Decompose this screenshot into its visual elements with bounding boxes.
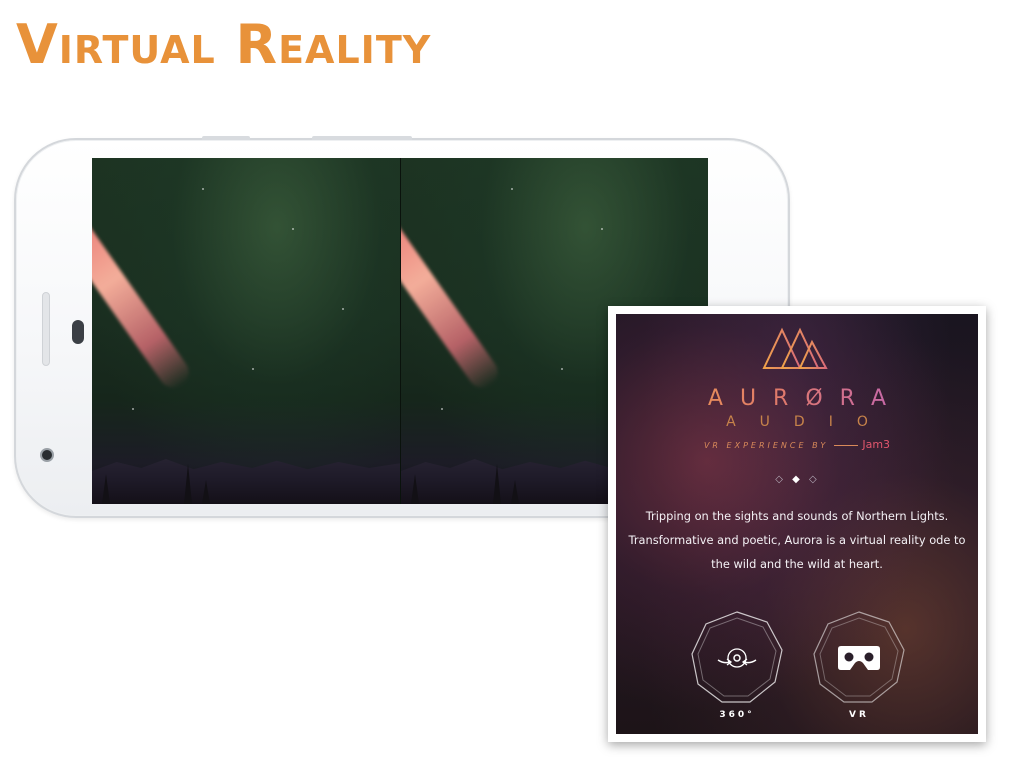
aurora-streak [92, 204, 195, 394]
tree [511, 480, 519, 504]
aurora-logo-icon [762, 327, 828, 369]
star [601, 228, 603, 230]
pager-indicator: ◇ ◆ ◇ [616, 474, 978, 485]
vr-mode-label: VR [849, 710, 869, 720]
star [252, 368, 254, 370]
phone-speaker [42, 292, 50, 366]
mountain-silhouette [92, 459, 400, 504]
tree [184, 464, 192, 504]
star [441, 408, 443, 410]
vr-mode-button[interactable] [812, 610, 906, 704]
pager-dot-active[interactable]: ◆ [792, 474, 802, 485]
star [132, 408, 134, 410]
aurora-app-screenshot: AURØRA AUDIO VR EXPERIENCE BY Jam3 ◇ ◆ ◇ … [608, 306, 986, 742]
credit-prefix: VR EXPERIENCE BY [703, 441, 829, 450]
rotate-360-icon [717, 648, 757, 668]
brand-subtitle: AUDIO [726, 414, 892, 430]
phone-camera-icon [40, 448, 54, 462]
slide-title: Virtual Reality [16, 13, 432, 76]
description: Tripping on the sights and sounds of Nor… [628, 509, 966, 571]
aurora-intro-screen: AURØRA AUDIO VR EXPERIENCE BY Jam3 ◇ ◆ ◇ … [616, 314, 978, 734]
jam3-logo: Jam3 [862, 438, 891, 451]
star [511, 188, 513, 190]
star [292, 228, 294, 230]
aurora-streak [401, 204, 504, 394]
pager-dot[interactable]: ◇ [809, 474, 819, 485]
pager-dot[interactable]: ◇ [775, 474, 785, 485]
tree [102, 474, 110, 504]
brand-name: AURØRA [616, 386, 978, 411]
phone-power-button [312, 136, 412, 140]
360-mode-button[interactable] [690, 610, 784, 704]
tree [493, 464, 501, 504]
star [342, 308, 344, 310]
phone-sensor [72, 320, 84, 344]
phone-volume-button [202, 136, 250, 140]
star [561, 368, 563, 370]
360-mode-label: 360° [719, 710, 755, 720]
credit-divider [834, 445, 859, 446]
left-eye-view [92, 158, 400, 504]
vr-headset-icon [838, 646, 880, 670]
tree [202, 480, 210, 504]
tree [411, 474, 419, 504]
star [202, 188, 204, 190]
credit-line: VR EXPERIENCE BY Jam3 [616, 438, 978, 451]
